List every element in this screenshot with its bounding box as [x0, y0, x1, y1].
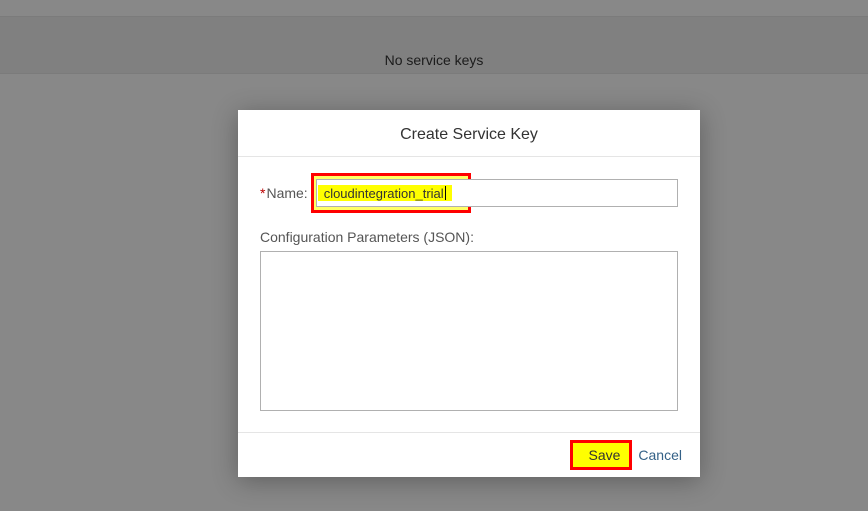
config-label: Configuration Parameters (JSON): [260, 229, 678, 245]
name-row: *Name: cloudintegration_trial [260, 179, 678, 207]
dialog-footer: Save Cancel [238, 432, 700, 477]
save-button[interactable]: Save [588, 447, 620, 463]
dialog-title: Create Service Key [238, 126, 700, 144]
name-label: *Name: [260, 185, 308, 201]
save-button-wrapper: Save [584, 445, 624, 465]
config-textarea[interactable] [260, 251, 678, 411]
required-indicator-icon: * [260, 185, 265, 201]
name-input[interactable] [316, 179, 678, 207]
name-input-wrapper: cloudintegration_trial [316, 179, 678, 207]
dialog-body: *Name: cloudintegration_trial Configurat… [238, 157, 700, 432]
create-service-key-dialog: Create Service Key *Name: cloudintegrati… [238, 110, 700, 477]
cancel-button[interactable]: Cancel [638, 447, 682, 463]
dialog-header: Create Service Key [238, 110, 700, 157]
